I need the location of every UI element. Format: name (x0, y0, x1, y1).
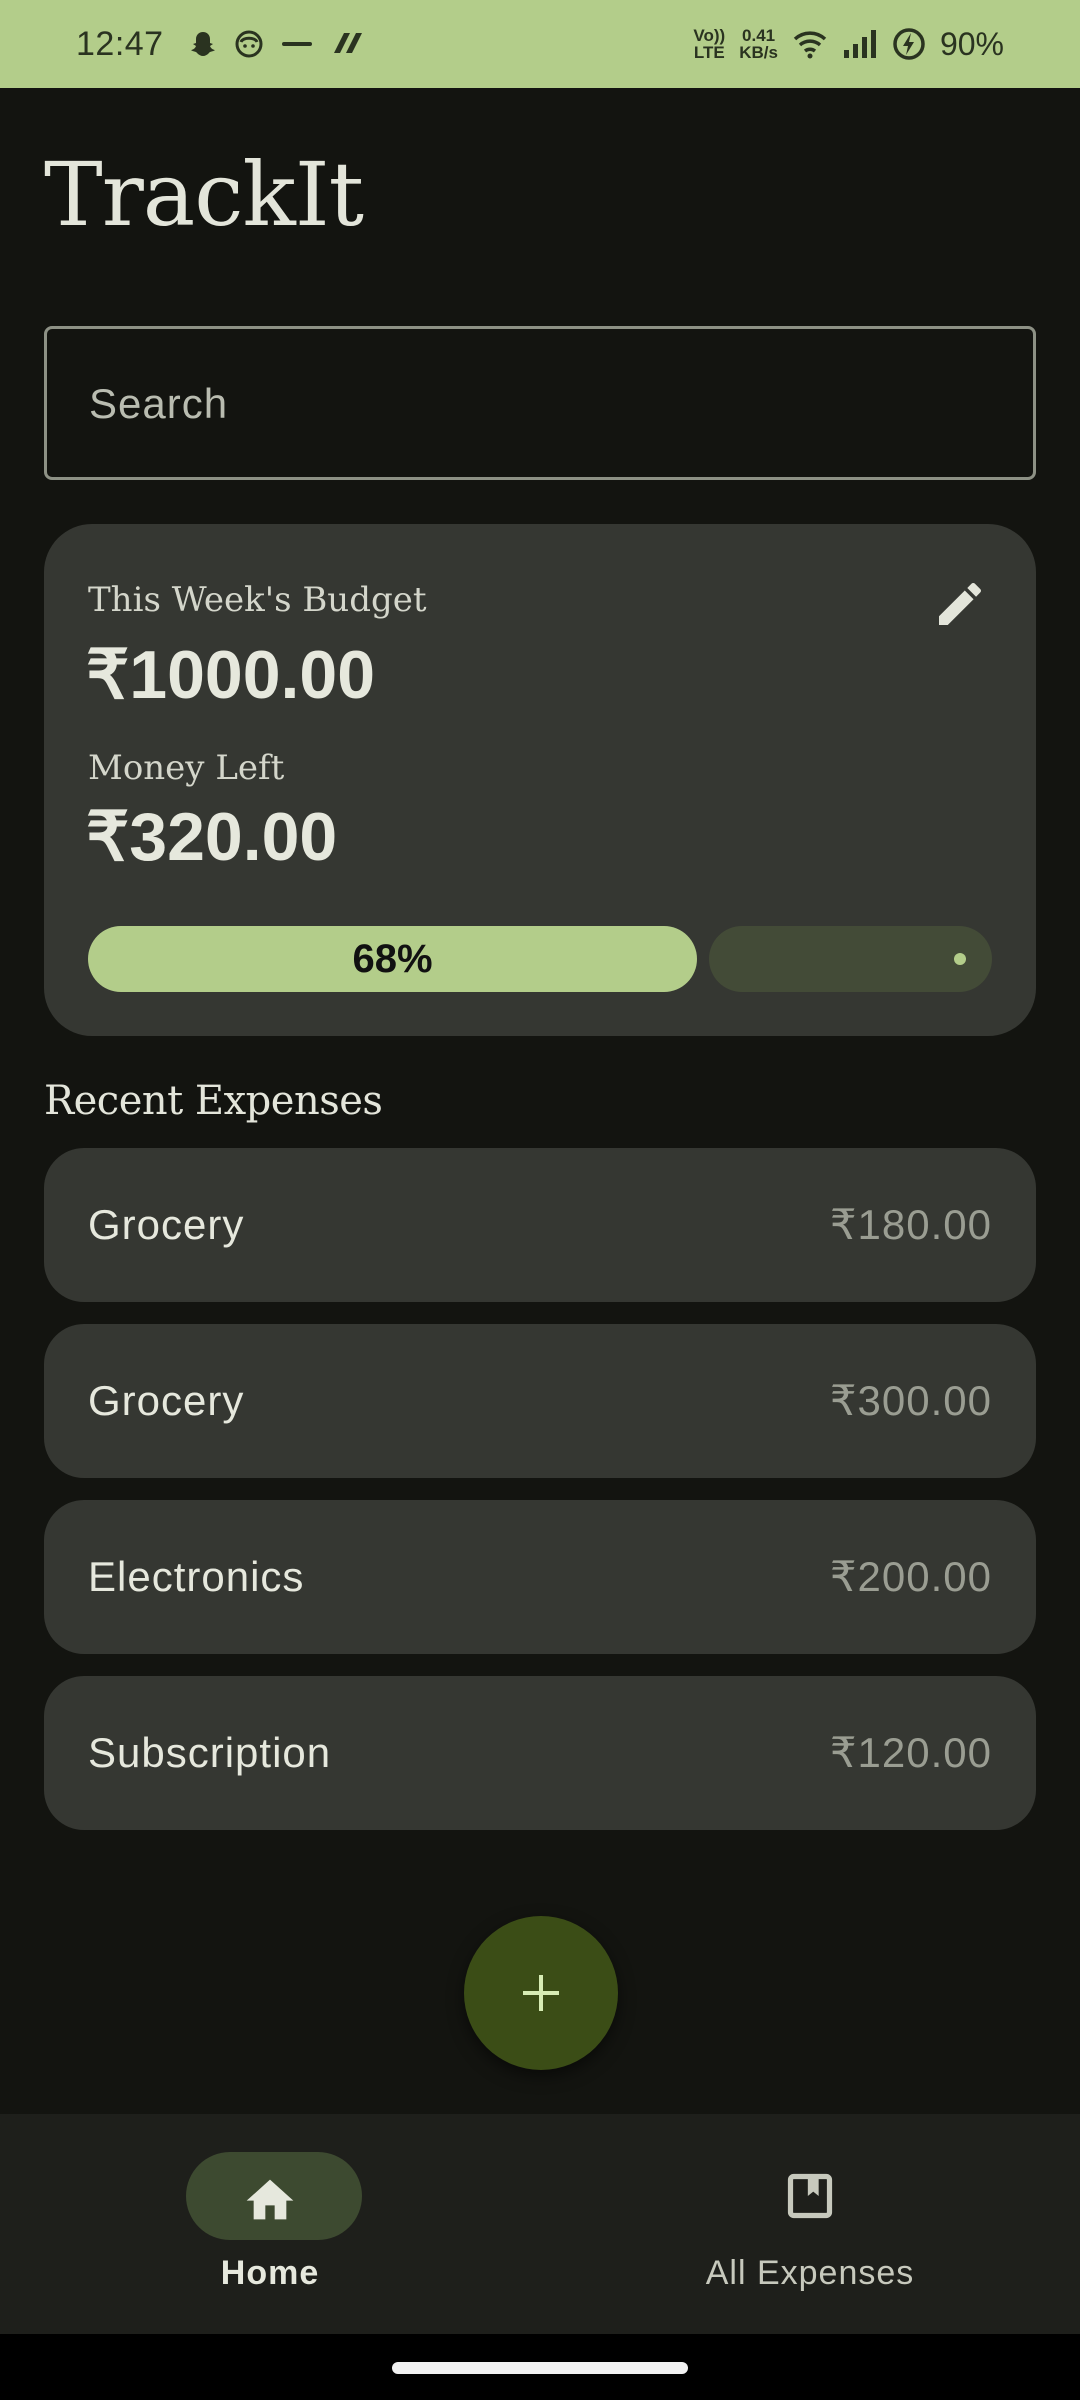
volte-bottom: LTE (693, 43, 725, 62)
expense-name: Grocery (88, 1201, 245, 1248)
edit-budget-button[interactable] (928, 572, 992, 636)
expense-name: Electronics (88, 1553, 305, 1600)
progress-percent: 68% (352, 936, 433, 981)
bottom-nav: Home All Expenses (0, 2114, 1080, 2334)
search-box[interactable] (44, 326, 1036, 480)
nav-item-home[interactable]: Home (0, 2114, 540, 2334)
speed-unit: KB/s (739, 43, 778, 62)
speed-value: 0.41 (742, 26, 776, 45)
nav-label-all-expenses: All Expenses (705, 2254, 915, 2292)
zomato-icon (282, 42, 312, 46)
face-icon (235, 30, 263, 58)
volte-indicator: Vo)) LTE (693, 27, 725, 61)
status-bar: 12:47 Vo)) LTE 0.41 KB/s 90% (0, 0, 1080, 88)
budget-amount: ₹1000.00 (86, 637, 376, 713)
battery-percent: 90% (939, 26, 1004, 62)
add-expense-button[interactable] (464, 1916, 618, 2070)
recent-expenses-title: Recent Expenses (44, 1078, 383, 1124)
nav-icon-wrap (0, 2170, 540, 2222)
expense-item[interactable]: Subscription ₹120.00 (44, 1676, 1036, 1830)
expense-item[interactable]: Grocery ₹300.00 (44, 1324, 1036, 1478)
progress-fill: 68% (88, 926, 697, 992)
expense-amount: ₹300.00 (829, 1377, 992, 1424)
nav-item-all-expenses[interactable]: All Expenses (540, 2114, 1080, 2334)
expense-amount: ₹120.00 (829, 1729, 992, 1776)
money-left-label: Money Left (88, 748, 285, 788)
search-input[interactable] (87, 329, 991, 479)
progress-remaining (709, 926, 992, 992)
home-icon (246, 2179, 294, 2220)
plus-icon (523, 1975, 559, 2011)
wifi-icon (793, 31, 827, 59)
battery-charging-icon (893, 28, 925, 60)
progress-end-dot (954, 953, 966, 965)
status-right: Vo)) LTE 0.41 KB/s 90% (693, 20, 1004, 68)
app-icon (334, 33, 362, 53)
edit-icon (939, 582, 982, 625)
expense-item[interactable]: Grocery ₹180.00 (44, 1148, 1036, 1302)
expense-name: Grocery (88, 1377, 245, 1424)
gesture-area (0, 2334, 1080, 2400)
budget-progress-bar: 68% (88, 926, 992, 992)
gesture-handle[interactable] (392, 2362, 688, 2374)
budget-card: This Week's Budget ₹1000.00 Money Left ₹… (44, 524, 1036, 1036)
expense-item[interactable]: Electronics ₹200.00 (44, 1500, 1036, 1654)
expense-amount: ₹200.00 (829, 1553, 992, 1600)
screen: 12:47 Vo)) LTE 0.41 KB/s 90% TrackIt Sea… (0, 0, 1080, 2400)
budget-label: This Week's Budget (88, 580, 427, 620)
status-time: 12:47 (76, 25, 164, 63)
network-speed: 0.41 KB/s (739, 27, 778, 61)
expense-list: Grocery ₹180.00 Grocery ₹300.00 Electron… (44, 1148, 1036, 1852)
nav-label-home: Home (220, 2254, 320, 2292)
volte-top: Vo)) (693, 26, 726, 45)
notification-icons (188, 26, 364, 62)
money-left-amount: ₹320.00 (86, 799, 338, 875)
bookmark-icon (787, 2173, 833, 2219)
snapchat-icon (191, 32, 215, 56)
expense-amount: ₹180.00 (829, 1201, 992, 1248)
expense-name: Subscription (88, 1729, 332, 1776)
nav-icon-wrap (540, 2170, 1080, 2222)
app-title: TrackIt (44, 143, 364, 246)
signal-icon (843, 30, 876, 58)
